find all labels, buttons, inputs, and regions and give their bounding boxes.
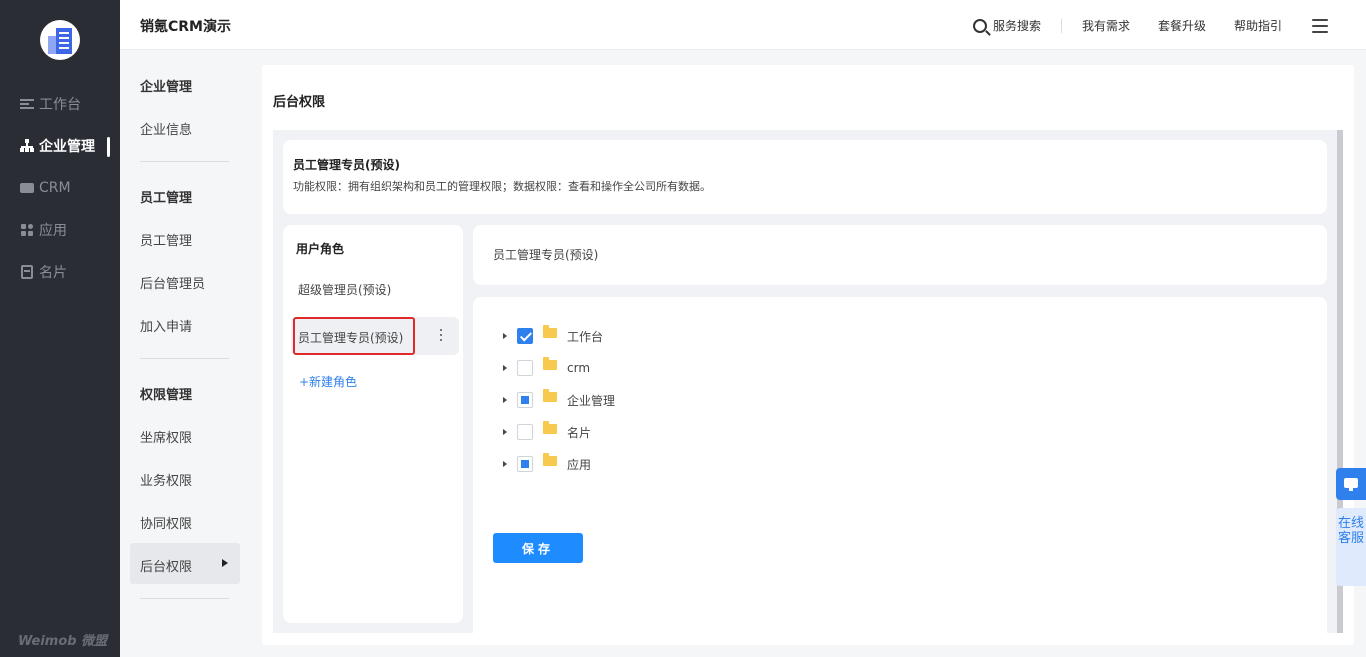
folder-icon bbox=[543, 453, 557, 466]
permission-tree-card: 工作台 crm 企业管理 名片 应用 保存 bbox=[473, 297, 1327, 633]
tree-checkbox[interactable] bbox=[517, 360, 533, 376]
more-vertical-icon[interactable] bbox=[437, 327, 445, 343]
subnav-item-business-permissions[interactable]: 业务权限 bbox=[140, 470, 192, 489]
tree-node-label: 名片 bbox=[567, 425, 592, 440]
tree-node: 工作台 bbox=[503, 325, 604, 345]
nav-active-indicator bbox=[107, 137, 110, 157]
tree-node: 名片 bbox=[503, 421, 592, 441]
subnav-item-admins[interactable]: 后台管理员 bbox=[140, 273, 205, 292]
role-item-super-admin[interactable]: 超级管理员(预设) bbox=[298, 281, 391, 298]
user-roles-title: 用户角色 bbox=[296, 242, 345, 256]
nav-item-enterprise[interactable]: 企业管理 bbox=[20, 136, 95, 156]
caret-right-icon[interactable] bbox=[503, 429, 507, 435]
hamburger-menu-icon[interactable] bbox=[1312, 19, 1328, 33]
card-icon bbox=[20, 265, 34, 279]
new-role-link[interactable]: +新建角色 bbox=[299, 373, 357, 390]
online-service-button[interactable]: 在线客服 bbox=[1336, 508, 1366, 586]
folder-icon bbox=[543, 325, 557, 338]
subnav-group-enterprise: 企业管理 bbox=[140, 80, 193, 95]
nav-label: 工作台 bbox=[39, 97, 81, 113]
subnav-item-enterprise-info[interactable]: 企业信息 bbox=[140, 119, 192, 138]
nav-item-apps[interactable]: 应用 bbox=[20, 220, 67, 240]
apps-icon bbox=[20, 223, 34, 237]
subnav-item-backend-permissions[interactable]: 后台权限 bbox=[140, 556, 192, 575]
tree-checkbox[interactable] bbox=[517, 392, 533, 408]
caret-right-icon[interactable] bbox=[503, 365, 507, 371]
caret-right-icon[interactable] bbox=[503, 461, 507, 467]
selected-role-name: 员工管理专员(预设) bbox=[493, 248, 599, 262]
subnav-item-collab-permissions[interactable]: 协同权限 bbox=[140, 513, 192, 532]
nav-label: CRM bbox=[39, 180, 71, 196]
caret-right-icon bbox=[222, 559, 228, 567]
tree-node: 应用 bbox=[503, 453, 592, 473]
subnav-item-staff[interactable]: 员工管理 bbox=[140, 230, 192, 249]
caret-right-icon[interactable] bbox=[503, 397, 507, 403]
nav-item-card[interactable]: 名片 bbox=[20, 262, 67, 282]
brand-logo: Weimob 微盟 bbox=[18, 634, 108, 649]
tree-checkbox[interactable] bbox=[517, 456, 533, 472]
subnav-item-seat-permissions[interactable]: 坐席权限 bbox=[140, 427, 192, 446]
role-description-text: 功能权限：拥有组织架构和员工的管理权限；数据权限：查看和操作全公司所有数据。 bbox=[293, 180, 711, 193]
subnav-item-join-requests[interactable]: 加入申请 bbox=[140, 316, 192, 335]
role-description-card: 员工管理专员(预设) 功能权限：拥有组织架构和员工的管理权限；数据权限：查看和操… bbox=[283, 140, 1327, 214]
tree-node: 企业管理 bbox=[503, 389, 616, 409]
save-button[interactable]: 保存 bbox=[493, 533, 583, 563]
app-logo[interactable] bbox=[40, 20, 80, 60]
caret-right-icon[interactable] bbox=[503, 333, 507, 339]
subnav-group-permissions: 权限管理 bbox=[140, 388, 193, 403]
chat-icon bbox=[1344, 478, 1358, 491]
folder-icon bbox=[543, 421, 557, 434]
nav-item-workbench[interactable]: 工作台 bbox=[20, 94, 81, 114]
help-button[interactable]: 帮助指引 bbox=[1234, 17, 1282, 34]
role-item-staff-admin[interactable]: 员工管理专员(预设) bbox=[298, 329, 403, 346]
folder-icon bbox=[543, 389, 557, 402]
user-roles-card: 用户角色 超级管理员(预设) 员工管理专员(预设) +新建角色 bbox=[283, 225, 463, 623]
org-icon bbox=[20, 139, 34, 153]
top-actions: 服务搜索 我有需求 套餐升级 帮助指引 bbox=[945, 17, 1282, 34]
crm-icon bbox=[20, 181, 34, 195]
subnav-divider bbox=[140, 358, 229, 359]
service-search-button[interactable]: 服务搜索 bbox=[972, 17, 1041, 34]
subnav-group-staff: 员工管理 bbox=[140, 191, 193, 206]
tree-checkbox[interactable] bbox=[517, 424, 533, 440]
nav-item-crm[interactable]: CRM bbox=[20, 178, 71, 198]
float-chat-button[interactable] bbox=[1336, 468, 1366, 500]
tree-node-label: crm bbox=[567, 361, 591, 375]
nav-label: 应用 bbox=[39, 223, 67, 239]
workbench-icon bbox=[20, 97, 34, 111]
top-bar: 销氪CRM演示 服务搜索 我有需求 套餐升级 帮助指引 bbox=[120, 0, 1366, 50]
subnav-divider bbox=[140, 161, 229, 162]
page-title: 后台权限 bbox=[273, 95, 326, 110]
sub-nav: 企业管理 企业信息 员工管理 员工管理 后台管理员 加入申请 权限管理 坐席权限… bbox=[120, 51, 250, 657]
upgrade-button[interactable]: 套餐升级 bbox=[1158, 17, 1206, 34]
left-nav: 工作台 企业管理 CRM 应用 名片 Weimob 微盟 bbox=[0, 0, 120, 657]
permissions-area: 员工管理专员(预设) 功能权限：拥有组织架构和员工的管理权限；数据权限：查看和操… bbox=[273, 130, 1343, 633]
tree-node-label: 工作台 bbox=[567, 329, 604, 344]
app-title: 销氪CRM演示 bbox=[140, 19, 231, 35]
nav-label: 名片 bbox=[39, 265, 67, 281]
main-panel: 后台权限 员工管理专员(预设) 功能权限：拥有组织架构和员工的管理权限；数据权限… bbox=[262, 65, 1354, 645]
nav-label: 企业管理 bbox=[39, 139, 95, 155]
tree-node-label: 企业管理 bbox=[567, 393, 616, 408]
tree-node: crm bbox=[503, 357, 591, 377]
tree-checkbox[interactable] bbox=[517, 328, 533, 344]
search-icon bbox=[972, 18, 987, 33]
folder-icon bbox=[543, 357, 557, 370]
needs-button[interactable]: 我有需求 bbox=[1082, 17, 1130, 34]
role-description-title: 员工管理专员(预设) bbox=[293, 158, 400, 172]
service-search-label: 服务搜索 bbox=[992, 19, 1041, 33]
tree-node-label: 应用 bbox=[567, 457, 592, 472]
selected-role-card: 员工管理专员(预设) bbox=[473, 225, 1327, 285]
divider bbox=[1060, 18, 1062, 33]
subnav-divider bbox=[140, 598, 229, 599]
